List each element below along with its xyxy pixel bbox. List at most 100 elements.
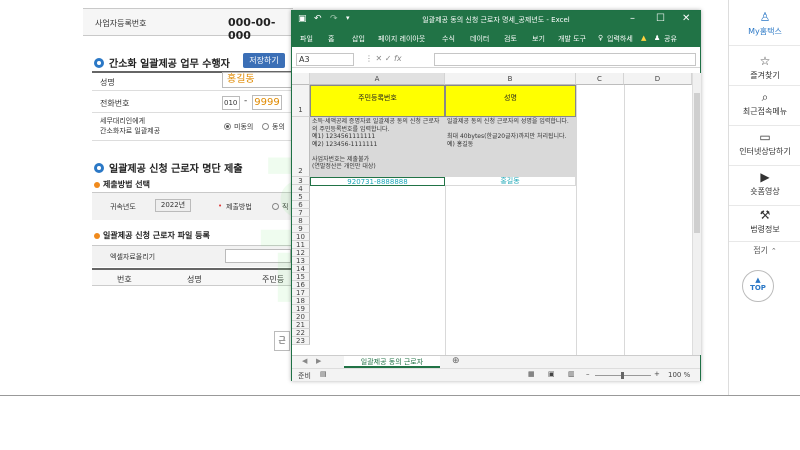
zoom-out-icon[interactable]: –: [586, 370, 590, 378]
row-header[interactable]: 16: [292, 281, 310, 289]
cell-a2[interactable]: 소득·세액공제 증명자료 일괄제공 동의 신청 근로자의 주민등록번호를 입력합…: [310, 117, 445, 177]
row-header[interactable]: 9: [292, 225, 310, 233]
col-header-a[interactable]: A: [310, 73, 445, 85]
name-box[interactable]: A3: [296, 53, 354, 66]
select-all-corner[interactable]: [292, 73, 310, 85]
minimize-icon[interactable]: –: [630, 13, 635, 24]
prev-sheet-icon[interactable]: ◀: [302, 357, 307, 365]
cell-b3[interactable]: 홍길동: [445, 177, 576, 186]
collapse-label: 접기: [753, 246, 768, 255]
row-header[interactable]: 5: [292, 193, 310, 201]
maximize-icon[interactable]: ☐: [656, 13, 665, 24]
section-list-title: 일괄제공 신청 근로자 명단 제출: [94, 160, 243, 175]
zoom-slider-handle[interactable]: [621, 372, 624, 379]
scroll-thumb[interactable]: [694, 93, 700, 233]
tell-me-input[interactable]: 입력하세: [607, 34, 633, 44]
zoom-level[interactable]: 100 %: [668, 371, 690, 379]
sidebar-label: My홈택스: [748, 27, 782, 36]
row-header[interactable]: 12: [292, 249, 310, 257]
gavel-icon: ⚒: [759, 208, 771, 222]
ribbon-tab-home[interactable]: 홈: [328, 34, 334, 44]
col-header-b[interactable]: B: [445, 73, 576, 85]
sidebar-collapse[interactable]: 접기 ⌃: [729, 245, 800, 261]
ribbon-tab-layout[interactable]: 페이지 레이아웃: [378, 34, 425, 44]
ribbon-tab-formulas[interactable]: 수식: [442, 34, 455, 44]
ribbon-tab-developer[interactable]: 개발 도구: [558, 34, 586, 44]
consent-agree-radio[interactable]: [262, 123, 269, 130]
required-mark-icon: •: [218, 202, 223, 210]
share-button[interactable]: 공유: [664, 34, 677, 44]
close-icon[interactable]: ✕: [682, 13, 690, 24]
row-header[interactable]: 8: [292, 217, 310, 225]
row-header[interactable]: 18: [292, 297, 310, 305]
vertical-scrollbar[interactable]: [692, 73, 701, 355]
row-header[interactable]: 14: [292, 265, 310, 273]
file-reg-text: 일괄제공 신청 근로자 파일 등록: [103, 231, 210, 240]
register-button[interactable]: 근: [274, 331, 290, 351]
ribbon-tab-review[interactable]: 검토: [504, 34, 517, 44]
top-label: TOP: [750, 284, 766, 292]
ribbon-tab-data[interactable]: 데이터: [470, 34, 489, 44]
save-button[interactable]: 저장하기: [243, 53, 285, 68]
row-header[interactable]: 1: [292, 85, 310, 117]
next-sheet-icon[interactable]: ▶: [316, 357, 321, 365]
row-header[interactable]: 23: [292, 337, 310, 345]
phone-prefix-select[interactable]: 010: [222, 96, 240, 110]
ribbon-tab-file[interactable]: 파일: [300, 34, 313, 44]
row-header[interactable]: 20: [292, 313, 310, 321]
formula-input[interactable]: [434, 53, 696, 66]
sidebar-label: 즐겨찾기: [750, 71, 780, 80]
cell-a1[interactable]: 주민등록번호: [310, 85, 445, 117]
page-layout-icon[interactable]: ▣: [548, 370, 555, 378]
sheet-tab[interactable]: 일괄제공 동의 근로자: [344, 356, 440, 368]
row-header[interactable]: 3: [292, 177, 310, 185]
sidebar-item-consult[interactable]: ▭ 인터넷상담하기: [729, 130, 800, 166]
sidebar-item-recent[interactable]: ⌕ 최근접속메뉴: [729, 90, 800, 126]
ribbon-tab-insert[interactable]: 삽입: [352, 34, 365, 44]
row-header[interactable]: 19: [292, 305, 310, 313]
phone-dash: -: [244, 96, 248, 106]
sidebar-item-favorites[interactable]: ☆ 즐겨찾기: [729, 54, 800, 86]
year-label: 귀속년도: [110, 203, 136, 211]
row-header[interactable]: 4: [292, 185, 310, 193]
add-sheet-icon[interactable]: ⊕: [452, 356, 460, 366]
row-header[interactable]: 15: [292, 273, 310, 281]
row-header[interactable]: 21: [292, 321, 310, 329]
history-icon: ⌕: [761, 90, 769, 104]
row-header[interactable]: 17: [292, 289, 310, 297]
row-header[interactable]: 7: [292, 209, 310, 217]
consent-disagree-radio[interactable]: [224, 123, 231, 130]
worksheet-grid[interactable]: A B C D 1 2 3 4 5 6 7 8 9 10 11 12 13 14…: [292, 73, 692, 355]
row-header[interactable]: 22: [292, 329, 310, 337]
row-header[interactable]: 6: [292, 201, 310, 209]
row-header[interactable]: 11: [292, 241, 310, 249]
section-operator-text: 간소화 일괄제공 업무 수행자: [109, 59, 230, 70]
submit-method-title: 제출방법 선택: [94, 179, 150, 190]
cell-b2[interactable]: 일괄제공 동의 신청 근로자의 성명을 입력합니다. 최대 40bytes(한글…: [445, 117, 576, 177]
phone-mid-input[interactable]: 9999: [252, 95, 282, 110]
col-divider: [445, 185, 446, 355]
row-header[interactable]: 10: [292, 233, 310, 241]
section-operator-title: 간소화 일괄제공 업무 수행자: [94, 55, 230, 70]
row-header[interactable]: 2: [292, 117, 310, 177]
name-input[interactable]: 홍길동: [222, 72, 292, 88]
biz-reg-row: 사업자등록번호 000-00-000: [83, 8, 293, 42]
sidebar-item-myhometax[interactable]: ♙ My홈택스: [729, 10, 800, 46]
ribbon-tab-view[interactable]: 보기: [532, 34, 545, 44]
consent-label-1: 세무대리인에게: [100, 117, 146, 125]
page-break-icon[interactable]: ▥: [568, 370, 575, 378]
col-header-c[interactable]: C: [576, 73, 624, 85]
sidebar-item-shortform[interactable]: ▶ 숏폼영상: [729, 170, 800, 206]
cell-b1[interactable]: 성명: [445, 85, 576, 117]
cell-a3[interactable]: 920731-8888888: [310, 177, 445, 186]
col-name: 성명: [187, 275, 202, 284]
year-select[interactable]: 2022년: [155, 199, 191, 212]
sidebar-item-law[interactable]: ⚒ 법령정보: [729, 208, 800, 242]
col-header-d[interactable]: D: [624, 73, 692, 85]
normal-view-icon[interactable]: ▦: [528, 370, 535, 378]
lightbulb-icon: ♀: [598, 34, 604, 42]
macro-record-icon[interactable]: ▤: [320, 370, 327, 378]
zoom-in-icon[interactable]: +: [654, 370, 660, 378]
row-header[interactable]: 13: [292, 257, 310, 265]
top-button[interactable]: ▲ TOP: [742, 270, 774, 302]
